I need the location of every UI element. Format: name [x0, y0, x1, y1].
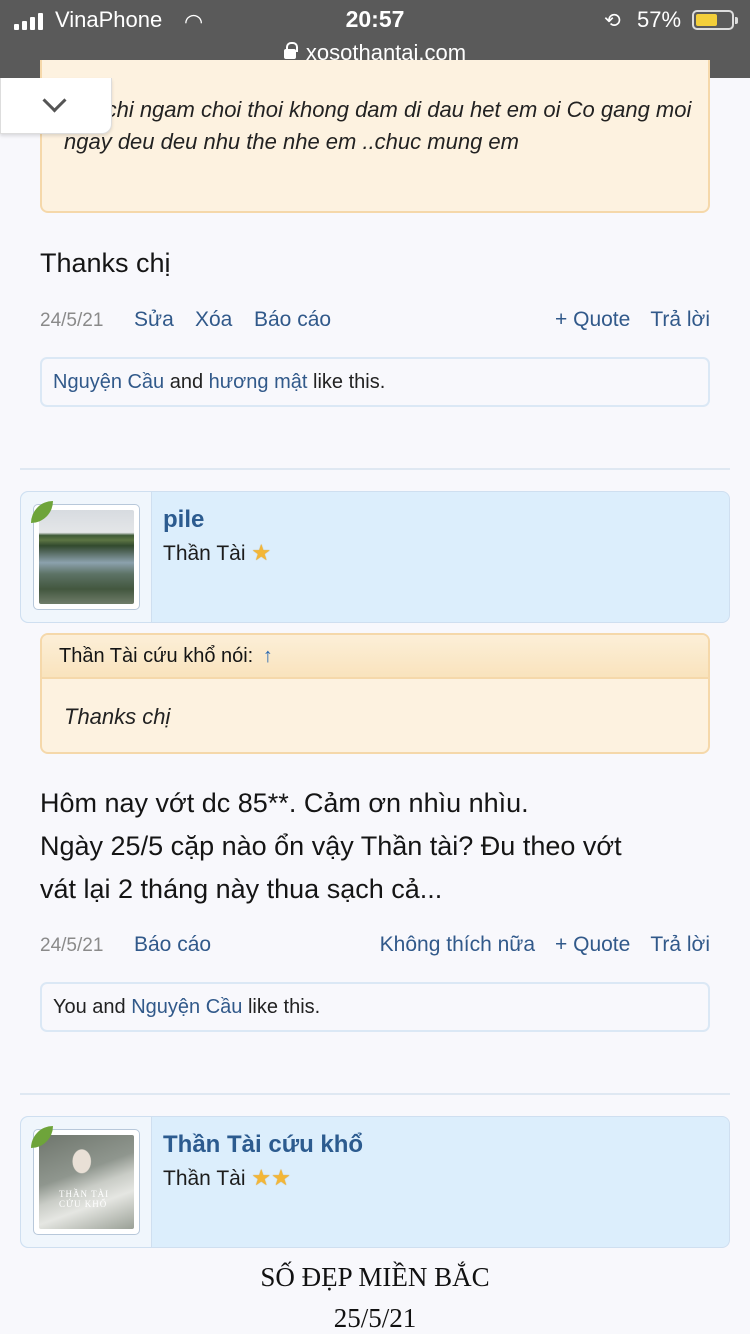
- unlike-link[interactable]: Không thích nữa: [380, 933, 535, 957]
- author-title: Thần Tài ★: [163, 540, 271, 566]
- message-line: Hôm nay vớt dc 85**. Cảm ơn nhìu nhìu.: [40, 788, 529, 818]
- post-actions: 24/5/21 Sửa Xóa Báo cáo + Quote Trả lời: [40, 308, 710, 338]
- likes-text: You and: [53, 996, 132, 1018]
- message-line: Ngày 25/5 cặp nào ổn vậy Thần tài? Đu th…: [40, 831, 622, 861]
- star-icon: ★★: [251, 1165, 291, 1190]
- post-message-line: 25/5/21: [333, 1303, 417, 1333]
- delete-link[interactable]: Xóa: [195, 308, 232, 332]
- quote-block: Thần Tài cứu khổ nói: ↑ Thanks chị: [40, 633, 710, 754]
- quote-block: nay chi ngam choi thoi khong dam di dau …: [40, 60, 710, 213]
- likes-summary: Nguyện Cầu and hương mật like this.: [40, 357, 710, 407]
- post-date: 24/5/21: [40, 935, 104, 956]
- quote-attribution: Thần Tài cứu khổ nói:: [59, 645, 254, 667]
- report-link[interactable]: Báo cáo: [254, 308, 331, 332]
- quote-header: Thần Tài cứu khổ nói: ↑: [42, 635, 708, 679]
- quote-text: nay chi ngam choi thoi khong dam di dau …: [64, 97, 692, 154]
- reply-link[interactable]: Trả lời: [650, 308, 710, 332]
- post-date: 24/5/21: [40, 310, 104, 331]
- reply-link[interactable]: Trả lời: [650, 933, 710, 957]
- avatar[interactable]: THẦN TÀI CỨU KHỔ: [33, 1129, 140, 1235]
- avatar-image: THẦN TÀI CỨU KHỔ: [39, 1135, 134, 1229]
- liker-link[interactable]: hương mật: [209, 371, 308, 393]
- likes-summary: You and Nguyện Cầu like this.: [40, 982, 710, 1032]
- rotation-lock-icon: ⟲: [604, 10, 621, 32]
- post-actions: 24/5/21 Báo cáo Không thích nữa + Quote …: [40, 933, 710, 963]
- quote-text: Thanks chị: [64, 704, 171, 729]
- author-name[interactable]: pile: [163, 506, 204, 534]
- message-line: vát lại 2 tháng này thua sạch cả...: [40, 874, 443, 904]
- author-name[interactable]: Thần Tài cứu khổ: [163, 1131, 363, 1159]
- battery-icon: [692, 10, 738, 30]
- likes-text: like this.: [242, 996, 321, 1018]
- arrow-up-icon[interactable]: ↑: [263, 645, 273, 667]
- likes-text: like this.: [307, 371, 386, 393]
- report-link[interactable]: Báo cáo: [134, 933, 211, 957]
- battery-percent: 57%: [637, 7, 682, 32]
- avatar-column: [21, 492, 152, 622]
- post-divider: [20, 468, 730, 470]
- post-message: Thanks chị: [40, 248, 171, 278]
- avatar[interactable]: [33, 504, 140, 610]
- post-message-line: SỐ ĐẸP MIỀN BẮC: [260, 1262, 490, 1292]
- author-title: Thần Tài ★★: [163, 1165, 291, 1191]
- quote-link[interactable]: + Quote: [555, 308, 630, 332]
- likes-text: and: [164, 371, 209, 393]
- star-icon: ★: [251, 540, 272, 565]
- avatar-column: THẦN TÀI CỨU KHỔ: [21, 1117, 152, 1247]
- author-card: THẦN TÀI CỨU KHỔ Thần Tài cứu khổ Thần T…: [20, 1116, 730, 1248]
- lock-icon: [283, 42, 298, 59]
- post-divider: [20, 1093, 730, 1095]
- avatar-image: [39, 510, 134, 604]
- status-bar: VinaPhone ◠ 20:57 ⟲ 57%: [0, 0, 750, 40]
- post-message: Hôm nay vớt dc 85**. Cảm ơn nhìu nhìu. N…: [40, 782, 730, 911]
- liker-link[interactable]: Nguyện Cầu: [131, 996, 242, 1018]
- avatar-caption: THẦN TÀI CỨU KHỔ: [59, 1189, 110, 1209]
- author-rank: Thần Tài: [163, 542, 246, 565]
- quote-link[interactable]: + Quote: [555, 933, 630, 957]
- liker-link[interactable]: Nguyện Cầu: [53, 371, 164, 393]
- author-card: pile Thần Tài ★: [20, 491, 730, 623]
- chevron-down-icon[interactable]: [0, 78, 112, 134]
- edit-link[interactable]: Sửa: [134, 308, 174, 332]
- author-rank: Thần Tài: [163, 1167, 246, 1190]
